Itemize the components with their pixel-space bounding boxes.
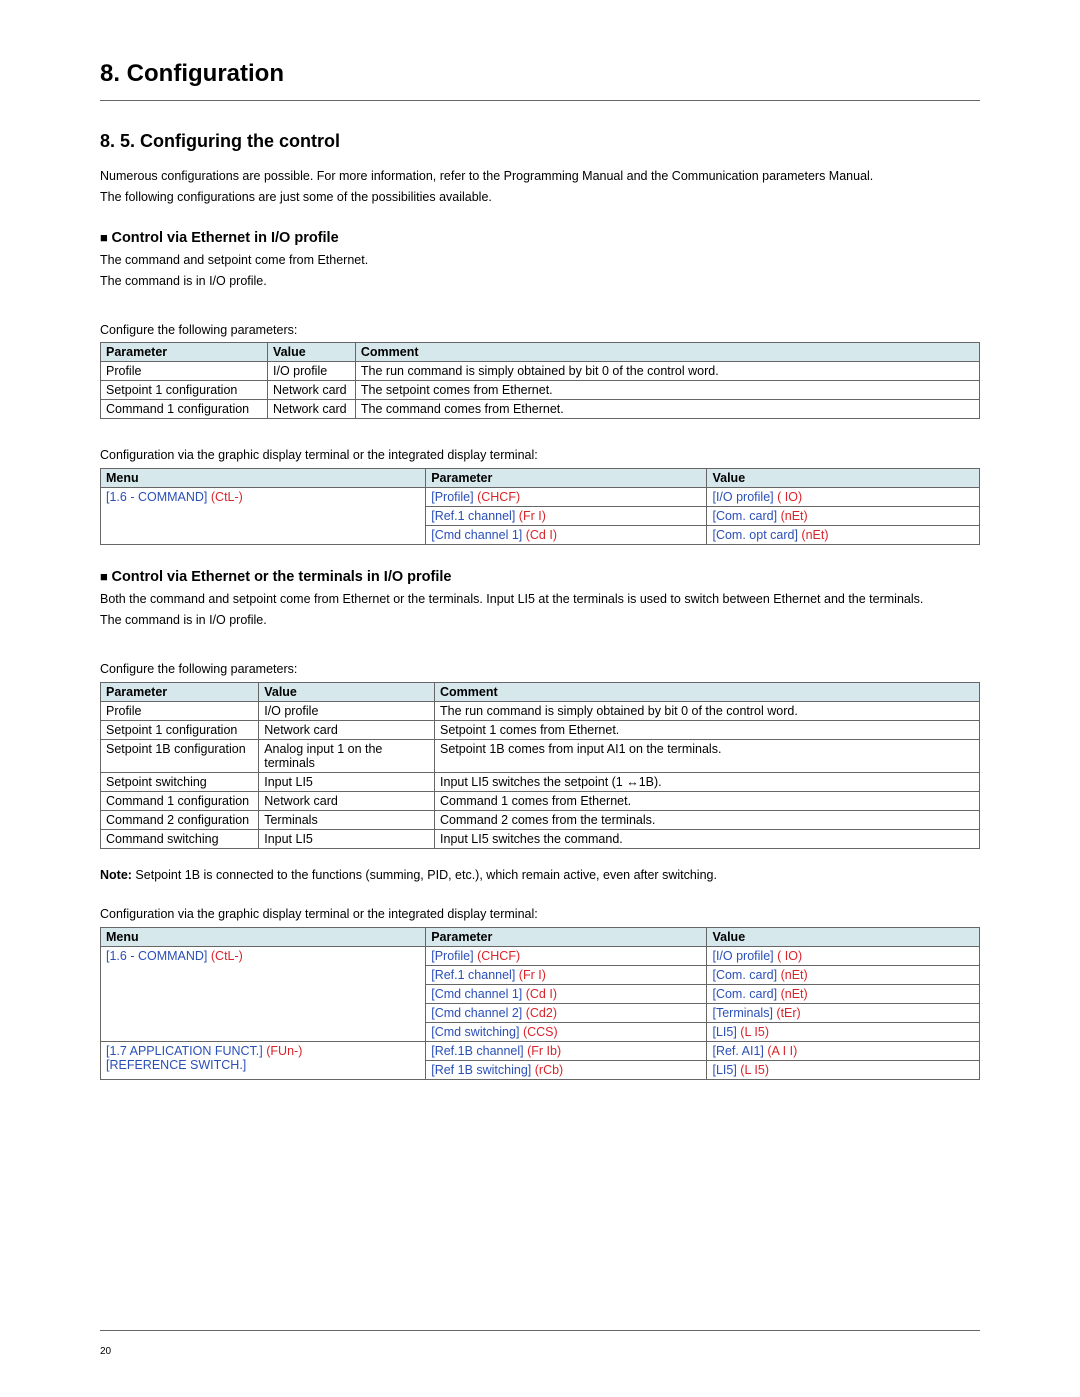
block2-p4: Configuration via the graphic display te…: [100, 906, 980, 923]
block1-p3: Configure the following parameters:: [100, 322, 980, 339]
th-parameter: Parameter: [426, 469, 707, 488]
table-row: Command 1 configuration Network card The…: [101, 400, 980, 419]
table-row: Command 2 configurationTerminalsCommand …: [101, 810, 980, 829]
table-row: ProfileI/O profileThe run command is sim…: [101, 701, 980, 720]
block1-menu-table: Menu Parameter Value [1.6 - COMMAND] (Ct…: [100, 468, 980, 545]
intro-p1: Numerous configurations are possible. Fo…: [100, 168, 980, 185]
block1-heading: Control via Ethernet in I/O profile: [100, 230, 980, 246]
block2-p3: Configure the following parameters:: [100, 661, 980, 678]
th-parameter: Parameter: [101, 682, 259, 701]
table-row: Setpoint 1 configuration Network card Th…: [101, 381, 980, 400]
th-value: Value: [268, 343, 356, 362]
chapter-divider: [100, 100, 980, 101]
th-menu: Menu: [101, 927, 426, 946]
th-menu: Menu: [101, 469, 426, 488]
table-row: [1.7 APPLICATION FUNCT.] (FUn-)[REFERENC…: [101, 1041, 980, 1060]
th-comment: Comment: [355, 343, 979, 362]
block2-p2: The command is in I/O profile.: [100, 612, 980, 629]
table-row: Setpoint switchingInput LI5Input LI5 swi…: [101, 772, 980, 791]
th-parameter: Parameter: [101, 343, 268, 362]
th-comment: Comment: [435, 682, 980, 701]
page-number: 20: [100, 1346, 111, 1357]
table-row: Profile I/O profile The run command is s…: [101, 362, 980, 381]
block1-p1: The command and setpoint come from Ether…: [100, 252, 980, 269]
th-value: Value: [707, 469, 980, 488]
block1-p2: The command is in I/O profile.: [100, 273, 980, 290]
table-row: Setpoint 1B configurationAnalog input 1 …: [101, 739, 980, 772]
chapter-title: 8. Configuration: [100, 60, 980, 88]
block2-menu-table: Menu Parameter Value [1.6 - COMMAND] (Ct…: [100, 927, 980, 1080]
th-parameter: Parameter: [426, 927, 707, 946]
footer-divider: [100, 1330, 980, 1331]
table-row: Setpoint 1 configurationNetwork cardSetp…: [101, 720, 980, 739]
table-row: [1.6 - COMMAND] (CtL-) [Profile] (CHCF) …: [101, 946, 980, 965]
block1-params-table: Parameter Value Comment Profile I/O prof…: [100, 342, 980, 419]
th-value: Value: [259, 682, 435, 701]
table-row: Command switchingInput LI5Input LI5 swit…: [101, 829, 980, 848]
block2-p1: Both the command and setpoint come from …: [100, 591, 980, 608]
section-title: 8. 5. Configuring the control: [100, 131, 980, 152]
block2-params-table: Parameter Value Comment ProfileI/O profi…: [100, 682, 980, 849]
block2-note: Note: Setpoint 1B is connected to the fu…: [100, 867, 980, 884]
th-value: Value: [707, 927, 980, 946]
table-row: Command 1 configurationNetwork cardComma…: [101, 791, 980, 810]
block2-heading: Control via Ethernet or the terminals in…: [100, 569, 980, 585]
intro-p2: The following configurations are just so…: [100, 189, 980, 206]
block1-p4: Configuration via the graphic display te…: [100, 447, 980, 464]
table-row: [1.6 - COMMAND] (CtL-) [Profile] (CHCF) …: [101, 488, 980, 507]
